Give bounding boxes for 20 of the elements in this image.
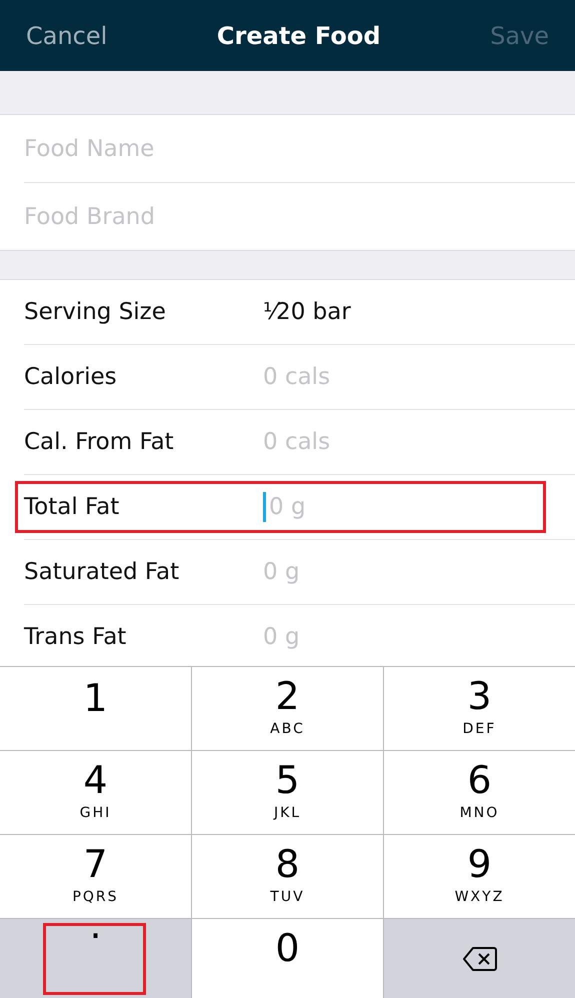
keypad-key[interactable]: 6 MNO: [384, 751, 575, 834]
keypad-key[interactable]: 3 DEF: [384, 667, 575, 750]
field-label: Calories: [24, 362, 118, 392]
field-label: Cal. From Fat: [24, 428, 175, 457]
keypad-key[interactable]: 1: [0, 667, 191, 750]
field-label: Serving Size: [24, 298, 167, 327]
keypad-key[interactable]: 0: [192, 919, 383, 998]
field-label: Trans Fat: [24, 622, 128, 652]
field-label: Saturated Fat: [24, 558, 180, 587]
screen-title: Create Food: [216, 20, 380, 52]
decimal-key[interactable]: .: [0, 919, 191, 998]
keypad-key[interactable]: 5 JKL: [192, 751, 383, 834]
keypad-key[interactable]: 9 WXYZ: [384, 835, 575, 918]
keypad-key[interactable]: 4 GHI: [0, 751, 191, 834]
field-label: Total Fat: [24, 492, 120, 522]
keypad-key[interactable]: 2 ABC: [192, 667, 383, 750]
field-value[interactable]: ⅟20 bar: [263, 294, 351, 330]
keypad-key[interactable]: 7 PQRS: [0, 835, 191, 918]
keypad-key[interactable]: 8 TUV: [192, 835, 383, 918]
cancel-button[interactable]: Cancel: [0, 18, 134, 54]
